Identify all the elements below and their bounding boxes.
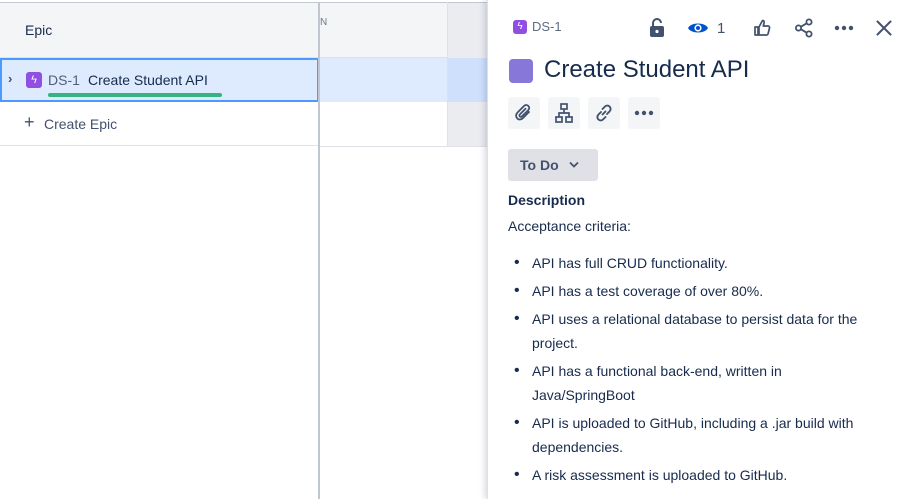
lightning-icon: ϟ <box>513 20 527 34</box>
resize-handle[interactable] <box>318 2 320 499</box>
epic-row[interactable]: › ϟ DS-1 Create Student API <box>0 58 319 102</box>
create-timeline-cell-2 <box>448 102 487 147</box>
description-heading: Description <box>508 192 586 208</box>
issue-detail-panel: ϟ DS-1 1 Create Student API To Do Descri… <box>487 0 915 499</box>
unlock-icon[interactable] <box>643 14 671 42</box>
timeline-header-cell <box>448 3 487 58</box>
issue-title[interactable]: Create Student API <box>544 56 749 84</box>
status-label: To Do <box>520 157 559 173</box>
more-actions-icon[interactable] <box>628 97 660 129</box>
list-item: API has full CRUD functionality. <box>508 251 888 275</box>
roadmap-table: Epic N › ϟ DS-1 Create Student API + Cre… <box>0 0 487 499</box>
watch-button[interactable]: 1 <box>687 14 731 42</box>
column-divider <box>447 2 448 147</box>
create-epic-label: Create Epic <box>44 116 118 132</box>
more-icon[interactable] <box>830 14 858 42</box>
create-epic-button[interactable]: + Create Epic <box>0 102 319 146</box>
epic-timeline-cell-2[interactable] <box>448 58 487 102</box>
list-item: API has a test coverage of over 80%. <box>508 279 888 303</box>
eye-icon <box>687 20 709 36</box>
timeline-column-header: N <box>320 17 328 28</box>
create-timeline-cell <box>320 102 447 147</box>
lightning-icon: ϟ <box>26 72 42 88</box>
epic-timeline-cell[interactable] <box>320 58 447 102</box>
breadcrumb-issue-key[interactable]: DS-1 <box>532 19 562 34</box>
epic-progress-bar <box>48 93 222 97</box>
list-item: API has a functional back-end, written i… <box>508 359 888 407</box>
attachment-icon[interactable] <box>508 97 540 129</box>
status-dropdown[interactable]: To Do <box>508 149 598 181</box>
list-item: A risk assessment is uploaded to GitHub. <box>508 463 888 487</box>
table-header: Epic N <box>0 3 487 58</box>
description-intro[interactable]: Acceptance criteria: <box>508 218 631 234</box>
chevron-down-icon <box>568 160 579 171</box>
epic-name[interactable]: Create Student API <box>88 72 208 88</box>
child-issues-icon[interactable] <box>548 97 580 129</box>
list-item: API uses a relational database to persis… <box>508 307 888 355</box>
chevron-right-icon[interactable]: › <box>8 71 12 86</box>
plus-icon: + <box>24 112 35 132</box>
link-icon[interactable] <box>588 97 620 129</box>
epic-key[interactable]: DS-1 <box>48 72 80 88</box>
thumbs-up-icon[interactable] <box>749 14 775 42</box>
close-icon[interactable] <box>870 14 898 42</box>
epic-column-header: Epic <box>25 22 53 38</box>
epic-color-icon <box>509 59 533 83</box>
share-icon[interactable] <box>790 14 818 42</box>
watch-count: 1 <box>717 19 726 37</box>
acceptance-criteria-list[interactable]: API has full CRUD functionality. API has… <box>508 251 888 491</box>
list-item: API is uploaded to GitHub, including a .… <box>508 411 888 459</box>
